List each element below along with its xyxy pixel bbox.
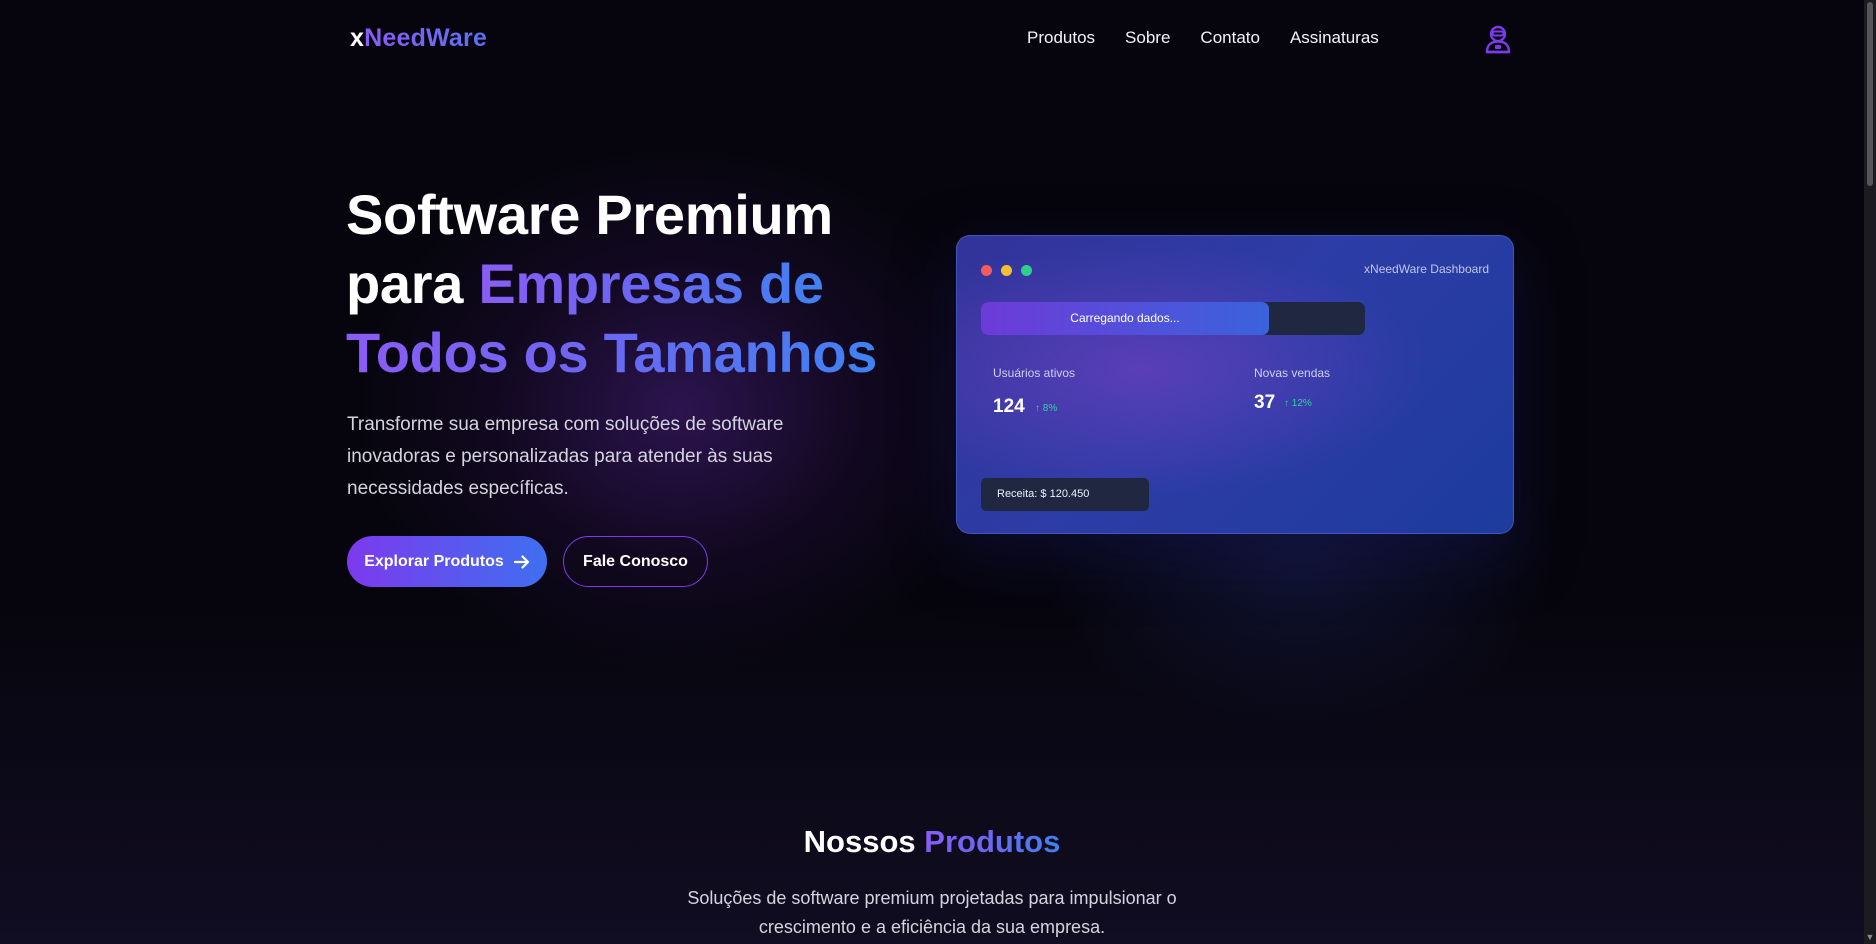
nav-contato[interactable]: Contato [1200,28,1260,48]
page-scrollbar[interactable]: ▼ [1864,0,1876,944]
loading-progress-bar: Carregando dados... [981,302,1365,335]
products-section-title: Nossos Produtos [0,824,1864,860]
nav-produtos[interactable]: Produtos [1027,28,1095,48]
dashboard-card: xNeedWare Dashboard Carregando dados... … [956,235,1514,534]
hero-title-line2-plain: para [346,252,479,315]
user-avatar-icon[interactable] [1484,24,1512,54]
logo[interactable]: xNeedWare [350,24,487,53]
logo-x: x [350,24,365,52]
stat-active-users-delta: ↑ 8% [1035,403,1058,414]
scrollbar-thumb[interactable] [1867,2,1873,186]
main-nav: Produtos Sobre Contato Assinaturas [1027,28,1379,48]
stat-active-users-label: Usuários ativos [993,366,1076,380]
revenue-badge: Receita: $ 120.450 [981,478,1149,511]
hero-title-line2-highlight: Empresas de [478,252,824,315]
hero-title-line1: Software Premium [346,183,833,246]
window-minimize-dot [1001,265,1012,276]
stat-active-users-value: 124 [993,396,1025,417]
contact-us-button[interactable]: Fale Conosco [563,536,708,587]
nav-assinaturas[interactable]: Assinaturas [1290,28,1379,48]
scroll-down-icon[interactable]: ▼ [1865,932,1875,942]
stat-new-sales-delta: ↑ 12% [1284,398,1312,409]
loading-progress-text: Carregando dados... [1070,311,1180,325]
explore-products-button[interactable]: Explorar Produtos [347,536,547,587]
explore-products-label: Explorar Produtos [364,552,504,570]
stat-new-sales-label: Novas vendas [1254,366,1331,380]
products-title-plain: Nossos [803,824,925,859]
nav-sobre[interactable]: Sobre [1125,28,1170,48]
products-section-subtitle: Soluções de software premium projetadas … [687,888,1177,937]
window-maximize-dot [1021,265,1032,276]
hero-title-line3-highlight: Todos os Tamanhos [346,321,878,384]
hero-subtitle: Transforme sua empresa com soluções de s… [347,414,784,499]
hero-title: Software Premium para Empresas de Todos … [346,180,877,387]
arrow-right-icon [513,554,529,569]
logo-name: NeedWare [364,24,488,52]
site-header: xNeedWare Produtos Sobre Contato Assinat… [0,0,1864,80]
products-title-highlight: Produtos [924,824,1061,859]
dashboard-title: xNeedWare Dashboard [1364,262,1489,276]
stat-new-sales-value: 37 [1254,392,1276,413]
window-close-dot [981,265,992,276]
